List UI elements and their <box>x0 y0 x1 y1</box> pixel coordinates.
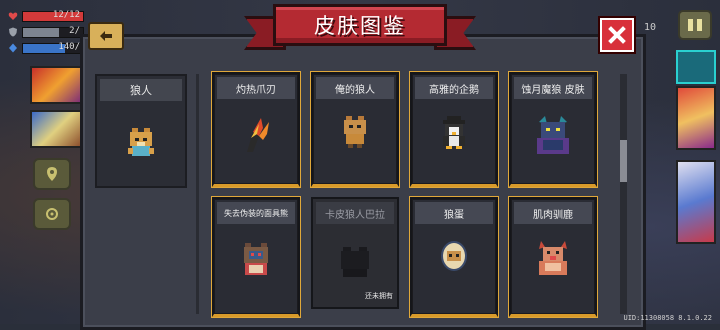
map-pin-icon <box>47 167 57 181</box>
armor-bar-fill <box>23 27 59 37</box>
panel-divider <box>196 74 199 314</box>
buff-thumbnail[interactable] <box>30 110 84 148</box>
scrollbar-thumb[interactable] <box>620 140 627 182</box>
buff-thumbnail[interactable] <box>30 66 84 104</box>
title-banner: 皮肤图鉴 <box>273 4 447 46</box>
character-name: 狼人 <box>100 79 182 101</box>
skin-card-locked[interactable]: 卡皮狼人巴拉 还未拥有 <box>311 197 399 309</box>
skin-name: 蚀月魔狼 皮肤 <box>514 77 592 99</box>
energy-text: 140/ <box>58 41 80 52</box>
uid-version-text: UID:11308058 8.1.0.22 <box>623 314 712 322</box>
skin-card[interactable]: 失去伪装的面具熊 <box>212 197 300 317</box>
heart-icon <box>8 12 18 20</box>
flame-claw-sprite <box>247 118 269 152</box>
skin-card[interactable]: 蚀月魔狼 皮肤 <box>509 72 597 187</box>
skin-name: 高雅的企鹅 <box>415 77 493 99</box>
close-icon <box>608 26 626 44</box>
skin-card[interactable]: 狼蛋 <box>410 197 498 317</box>
skin-name: 肌肉驯鹿 <box>514 202 592 224</box>
skin-name: 俺的狼人 <box>316 77 394 99</box>
top-right-counter: 10 <box>644 22 657 33</box>
pause-button[interactable] <box>678 10 712 40</box>
armor-text: 2/ <box>69 25 80 36</box>
character-panel: 狼人 <box>95 74 187 188</box>
map-pin-button[interactable] <box>33 158 71 190</box>
pet-thumbnail <box>676 86 716 150</box>
werewolf-skin-sprite <box>344 116 366 148</box>
werewolf-sprite <box>128 128 154 156</box>
minimap-thumbnail[interactable] <box>676 50 716 84</box>
skin-card[interactable]: 肌肉驯鹿 <box>509 197 597 317</box>
scrollbar[interactable] <box>620 74 627 314</box>
skin-card[interactable]: 俺的狼人 <box>311 72 399 187</box>
skin-name: 卡皮狼人巴拉 <box>316 202 394 224</box>
back-arrow-icon <box>100 31 112 41</box>
energy-stat: 140/ <box>8 42 84 54</box>
shield-icon <box>9 27 17 37</box>
skin-card[interactable]: 高雅的企鹅 <box>410 72 498 187</box>
capybara-wolf-silhouette <box>341 247 369 277</box>
back-button[interactable] <box>88 22 124 50</box>
energy-icon <box>9 43 17 53</box>
skin-card[interactable]: 灼热爪刃 <box>212 72 300 187</box>
hp-text: 12/12 <box>52 9 80 20</box>
not-owned-label: 还未拥有 <box>365 292 393 300</box>
pause-icon <box>688 19 693 31</box>
page-title: 皮肤图鉴 <box>314 14 406 38</box>
wolf-egg-sprite <box>441 241 467 271</box>
skin-name: 狼蛋 <box>415 202 493 224</box>
skill-button[interactable] <box>33 198 71 230</box>
hp-stat: 12/12 <box>8 10 84 22</box>
eclipse-wolf-sprite <box>537 116 569 154</box>
skin-name: 灼热爪刃 <box>217 77 295 99</box>
close-button[interactable] <box>600 18 634 52</box>
armor-stat: 2/ <box>8 26 84 38</box>
companion-thumbnail <box>676 160 716 244</box>
penguin-sprite <box>443 116 465 149</box>
skin-name: 失去伪装的面具熊 <box>217 202 295 224</box>
masked-bear-sprite <box>244 243 268 275</box>
muscle-reindeer-sprite <box>539 241 567 275</box>
swirl-icon <box>46 208 58 220</box>
